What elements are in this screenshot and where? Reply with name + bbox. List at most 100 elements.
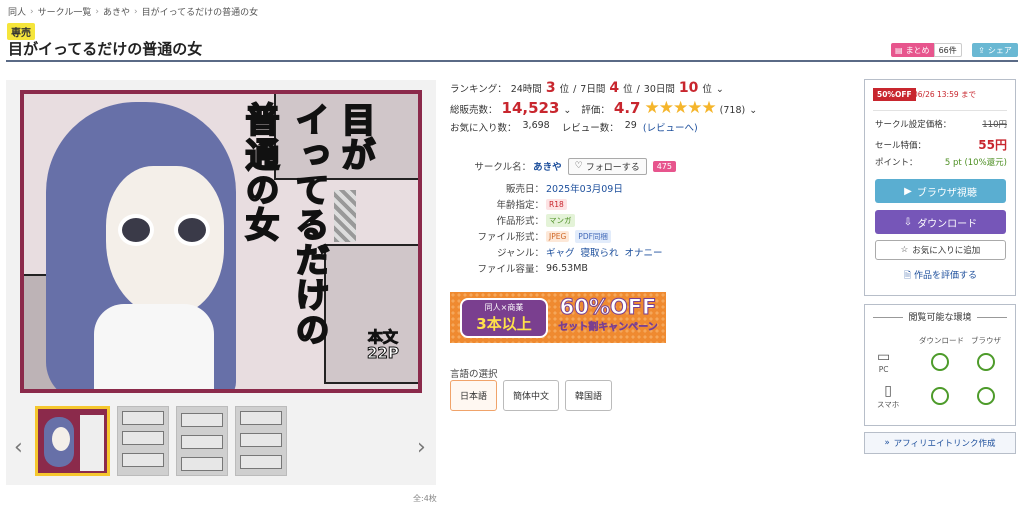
thumbnail-4[interactable] xyxy=(235,406,287,476)
share-label: シェア xyxy=(987,45,1012,55)
cover-title-col2: イってるだけの xyxy=(288,101,330,348)
env-col-download: ダウンロード xyxy=(919,336,964,345)
language-option-ja[interactable]: 日本語 xyxy=(450,380,498,411)
thumbnail-strip xyxy=(35,406,287,476)
breadcrumb-item-current: 目がイってるだけの普通の女 xyxy=(141,8,259,18)
ranking-unit: 位 xyxy=(623,84,633,95)
release-date-link[interactable]: 2025年03月09日 xyxy=(546,181,623,195)
chevron-down-icon[interactable]: ⌄ xyxy=(716,84,724,95)
ranking-30d-value: 10 xyxy=(678,80,699,96)
breadcrumb-item-circle[interactable]: あきや xyxy=(103,5,130,18)
image-gallery: 目が イってるだけの 普通の女 本文 22P ‹ › xyxy=(6,80,436,485)
genre-link[interactable]: オナニー xyxy=(625,245,663,259)
divider xyxy=(873,110,1007,111)
ranking-unit: 位 xyxy=(702,84,712,95)
language-option-ko[interactable]: 韓国語 xyxy=(565,380,613,411)
cover-pages-line2: 22P xyxy=(367,343,400,362)
follow-button[interactable]: ♡ フォローする xyxy=(567,157,647,175)
sale-badge: 50%OFF xyxy=(873,88,916,101)
smartphone-icon: ▯ xyxy=(884,383,892,399)
work-spec-table: サークル名： あきや ♡ フォローする 475 販売日： 2025年03月09日… xyxy=(446,156,676,276)
env-row-phone: ▯ スマホ xyxy=(877,383,899,410)
main-cover-image[interactable]: 目が イってるだけの 普通の女 本文 22P xyxy=(20,90,422,393)
file-size: 96.53MB xyxy=(546,262,588,274)
prev-arrow-icon[interactable]: ‹ xyxy=(14,435,23,460)
review-link[interactable]: (レビューへ) xyxy=(643,120,698,134)
spec-key: ファイル容量： xyxy=(477,264,544,275)
character-face xyxy=(106,166,224,316)
thumbnail-1[interactable] xyxy=(35,406,110,476)
environment-title: 閲覧可能な環境 xyxy=(865,310,1015,323)
star-rating-icon: ★★★★★ xyxy=(644,98,716,118)
chevron-right-icon: › xyxy=(133,6,138,17)
breadcrumb-item-circles[interactable]: サークル一覧 xyxy=(38,5,92,18)
rating-value: 4.7 xyxy=(613,99,641,117)
spec-key: ファイル形式： xyxy=(477,232,544,243)
share-button[interactable]: ⇪ シェア xyxy=(972,43,1018,57)
circle-link[interactable]: あきや xyxy=(533,159,562,173)
file-format-tag[interactable]: JPEG xyxy=(546,230,570,242)
chevron-right-icon: › xyxy=(30,6,34,17)
breadcrumb-item-doujin[interactable]: 同人 xyxy=(8,5,26,18)
genre-link[interactable]: 寝取られ xyxy=(581,245,619,259)
cover-page-count: 本文 22P xyxy=(367,329,400,362)
share-icon: ⇪ xyxy=(978,45,985,55)
download-button[interactable]: ⇩ ダウンロード xyxy=(875,210,1006,234)
spec-row-genre: ジャンル： ギャグ 寝取られ オナニー xyxy=(446,244,676,260)
spec-key: ジャンル： xyxy=(496,248,544,259)
chevron-down-icon[interactable]: ⌄ xyxy=(749,105,757,116)
points-row: ポイント： 5 pt (10%還元) xyxy=(875,156,1007,168)
spec-key: サークル名： xyxy=(474,162,532,173)
thumbnail-2[interactable] xyxy=(117,406,169,476)
thumbnail-3[interactable] xyxy=(176,406,228,476)
language-option-zh[interactable]: 簡体中文 xyxy=(503,380,560,411)
ranking-7d-value: 4 xyxy=(609,80,620,96)
spec-key: 作品形式： xyxy=(496,216,544,227)
spec-row-date: 販売日： 2025年03月09日 xyxy=(446,180,676,196)
format-tag[interactable]: マンガ xyxy=(546,213,575,227)
bookmark-icon: ▤ xyxy=(895,45,903,55)
mosaic-censor xyxy=(334,190,356,242)
banner-line3: 60%OFF xyxy=(559,295,657,319)
genre-link[interactable]: ギャグ xyxy=(546,245,575,259)
character-shirt xyxy=(94,304,214,389)
affiliate-link-button[interactable]: » アフィリエイトリンク作成 xyxy=(864,432,1016,454)
comic-panel xyxy=(324,244,418,384)
ranking-label: ランキング： xyxy=(450,84,507,95)
list-price-label: サークル設定価格： xyxy=(875,120,952,130)
cover-title-col1: 目が xyxy=(334,101,376,173)
age-rating-tag[interactable]: R18 xyxy=(546,198,567,210)
play-icon: ▶ xyxy=(904,185,912,197)
double-chevron-icon: » xyxy=(884,438,890,448)
review-value: 29 xyxy=(624,120,637,131)
add-favorite-button[interactable]: ☆ お気に入りに追加 xyxy=(875,240,1006,260)
list-price: 110円 xyxy=(982,120,1007,130)
sales-row: 総販売数： 14,523 ⌄ 評価： 4.7 ★★★★★ (718) ⌄ xyxy=(450,98,757,118)
supported-circle-icon xyxy=(931,387,949,405)
ranking-24h-label: 24時間 xyxy=(510,84,542,95)
next-arrow-icon[interactable]: › xyxy=(417,435,426,460)
ranking-30d-label: 30日間 xyxy=(643,84,675,95)
rate-work-label: 作品を評価する xyxy=(914,271,978,281)
affiliate-label: アフィリエイトリンク作成 xyxy=(893,439,996,449)
ranking-row: ランキング： 24時間 3 位 / 7日間 4 位 / 30日間 10 位 ⌄ xyxy=(450,80,724,96)
heart-icon: ♡ xyxy=(574,161,583,171)
matome-label: まとめ xyxy=(905,45,930,55)
sale-price-row: セール特価： 55円 xyxy=(875,136,1007,153)
favorites-row: お気に入り数： 3,698 レビュー数： 29 (レビューへ) xyxy=(450,120,698,134)
browser-view-button[interactable]: ▶ ブラウザ視聴 xyxy=(875,179,1006,203)
matome-button[interactable]: ▤ まとめ 66件 xyxy=(891,43,962,57)
campaign-banner[interactable]: 同人×商業 3本以上 60%OFF セット割キャンペーン xyxy=(450,292,666,343)
chevron-down-icon[interactable]: ⌄ xyxy=(563,105,571,116)
character-eye xyxy=(118,214,154,246)
file-format-tag[interactable]: PDF同梱 xyxy=(575,229,611,243)
list-price-row: サークル設定価格： 110円 xyxy=(875,118,1007,130)
rate-work-link[interactable]: 🗎 作品を評価する xyxy=(875,268,1006,284)
follow-count: 475 xyxy=(652,160,676,172)
language-label: 言語の選択 xyxy=(450,369,498,380)
sale-until: 06/26 13:59 まで xyxy=(913,90,976,99)
banner-line2: 3本以上 xyxy=(476,315,532,333)
rating-label: 評価： xyxy=(581,105,610,116)
document-icon: 🗎 xyxy=(903,271,912,281)
spec-row-size: ファイル容量： 96.53MB xyxy=(446,260,676,276)
